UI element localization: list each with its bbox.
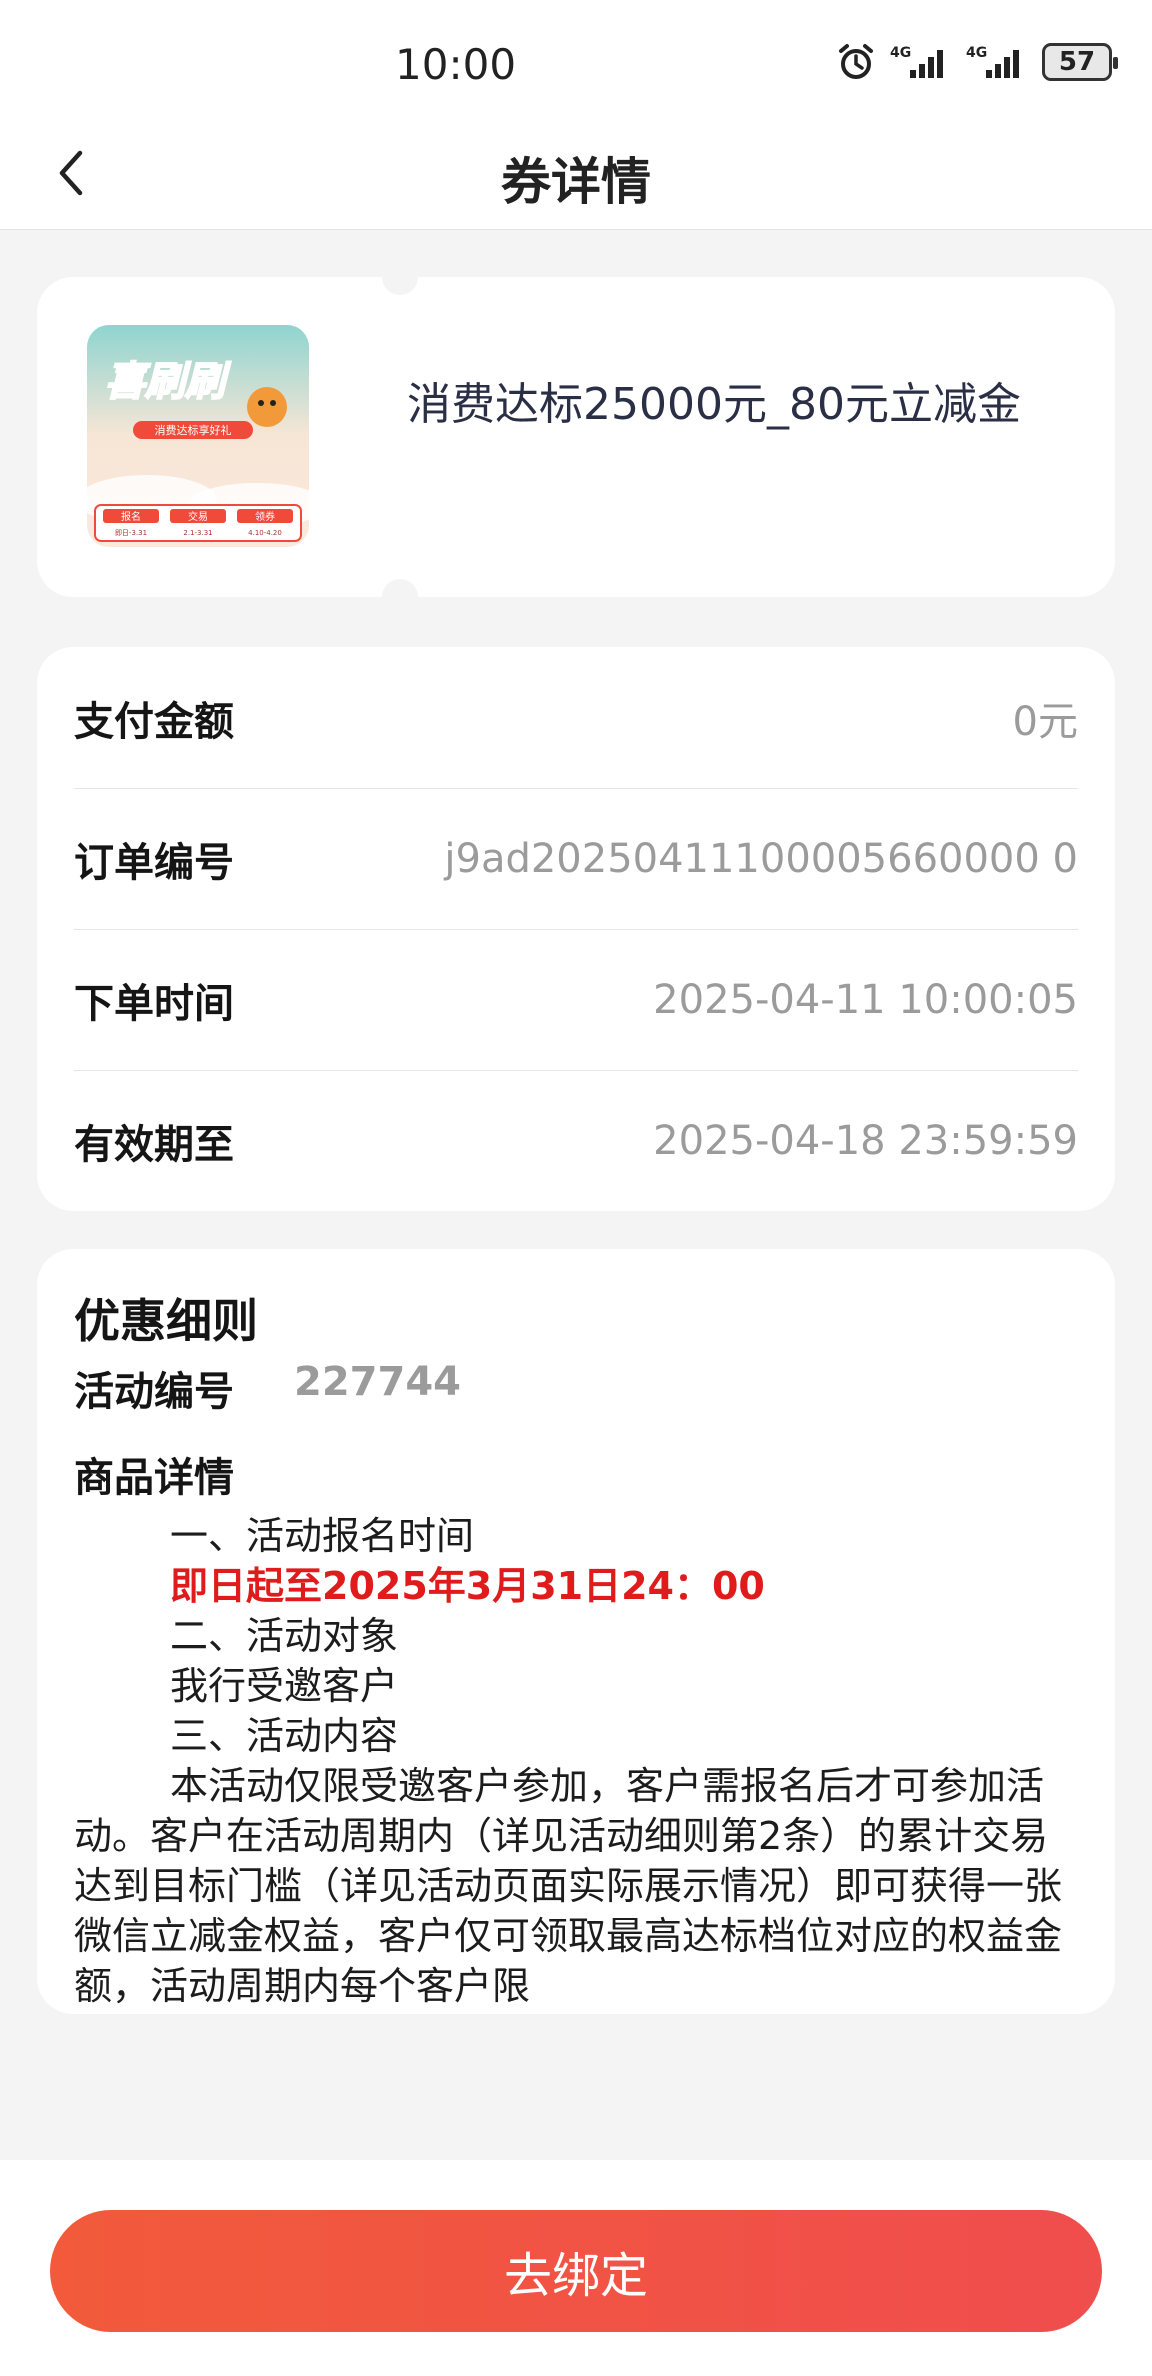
network-label: 4G	[890, 45, 911, 61]
thumb-step-3: 领券	[255, 510, 275, 523]
info-row-order-time: 下单时间 2025-04-11 10:00:05	[74, 929, 1078, 1070]
payment-label: 支付金额	[74, 698, 234, 745]
network-label-2: 4G	[966, 45, 987, 61]
order-no-value: j9ad20250411100005660000 0	[444, 835, 1078, 882]
info-row-order-no: 订单编号 j9ad20250411100005660000 0	[74, 788, 1078, 929]
coupon-card[interactable]: 喜刷刷 消费达标享好礼 报名 交易 领券 即日-3.31 2.1-3.31 4.…	[37, 259, 1115, 615]
order-time-value: 2025-04-11 10:00:05	[653, 976, 1078, 1023]
desc-paragraph: 本活动仅限受邀客户参加，客户需报名后才可参加活动。客户在活动周期内（详见活动细则…	[74, 1764, 1063, 2008]
ticket-notch-bottom	[382, 579, 418, 615]
ticket-notch-top	[382, 259, 418, 295]
battery-level: 57	[1058, 47, 1096, 77]
thumb-step-date-1: 即日-3.31	[115, 529, 147, 537]
nav-bar: 券详情	[0, 110, 1152, 230]
status-icons: 4G 4G 57	[836, 42, 1118, 82]
expiry-label: 有效期至	[74, 1121, 234, 1168]
order-info-card: 支付金额 0元 订单编号 j9ad20250411100005660000 0 …	[37, 647, 1115, 1211]
activity-id-value: 227744	[294, 1359, 461, 1405]
desc-line: 三、活动内容	[170, 1714, 399, 1758]
detail-heading: 优惠细则	[74, 1294, 258, 1348]
desc-line: 二、活动对象	[170, 1614, 399, 1658]
info-row-payment: 支付金额 0元	[74, 647, 1078, 788]
activity-id-label: 活动编号	[74, 1369, 234, 1415]
battery-icon: 57	[1042, 43, 1118, 81]
goods-detail-label: 商品详情	[74, 1455, 234, 1501]
detail-card: 优惠细则 活动编号 227744 商品详情 一、活动报名时间 即日起至2025年…	[37, 1249, 1115, 2014]
coupon-thumbnail: 喜刷刷 消费达标享好礼 报名 交易 领券 即日-3.31 2.1-3.31 4.…	[87, 325, 309, 547]
bind-button[interactable]: 去绑定	[50, 2210, 1102, 2332]
thumb-brand: 喜刷刷	[105, 359, 231, 405]
goods-detail-text: 一、活动报名时间 即日起至2025年3月31日24：00 二、活动对象 我行受邀…	[74, 1511, 1084, 2011]
bottom-bar: 去绑定	[0, 2160, 1152, 2376]
thumb-step-date-2: 2.1-3.31	[183, 529, 212, 537]
thumb-slogan: 消费达标享好礼	[155, 423, 232, 437]
desc-line: 一、活动报名时间	[170, 1514, 475, 1558]
alarm-icon	[839, 44, 873, 79]
signal-icon: 4G	[890, 45, 943, 78]
thumb-step-1: 报名	[121, 510, 141, 523]
order-time-label: 下单时间	[74, 980, 234, 1027]
desc-line: 我行受邀客户	[170, 1664, 399, 1708]
status-time: 10:00	[395, 40, 517, 89]
thumb-step-2: 交易	[188, 510, 208, 523]
coupon-title: 消费达标25000元_80元立减金	[407, 379, 1021, 430]
order-no-label: 订单编号	[74, 839, 234, 886]
expiry-value: 2025-04-18 23:59:59	[653, 1117, 1078, 1164]
signal-icon-2: 4G	[966, 45, 1019, 78]
desc-line-highlight: 即日起至2025年3月31日24：00	[170, 1564, 765, 1608]
page-title: 券详情	[501, 153, 651, 211]
info-row-expiry: 有效期至 2025-04-18 23:59:59	[74, 1070, 1078, 1211]
payment-value: 0元	[1012, 698, 1078, 745]
thumb-step-date-3: 4.10-4.20	[248, 529, 282, 537]
